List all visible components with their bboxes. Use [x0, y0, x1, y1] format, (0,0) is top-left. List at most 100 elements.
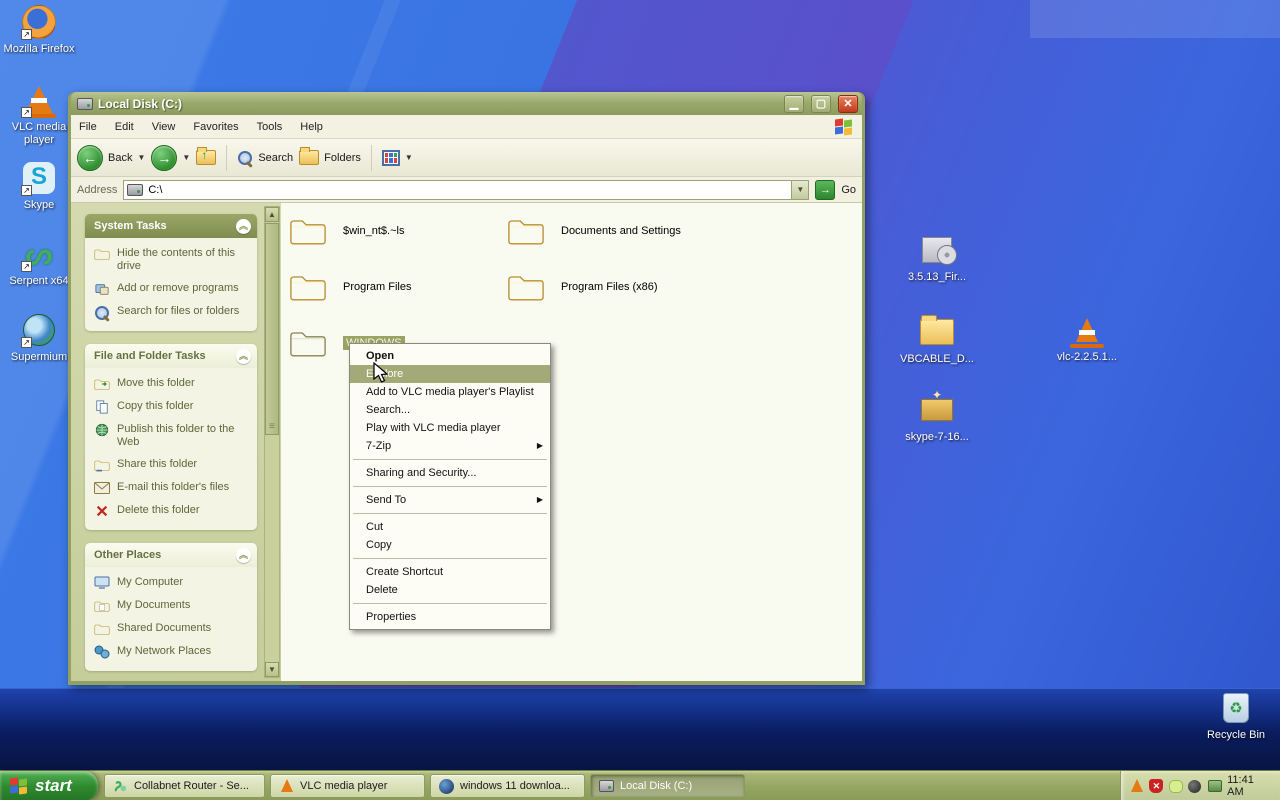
- clock[interactable]: 11:41 AM: [1227, 774, 1271, 798]
- desktop-icon-skype[interactable]: S ↗ Skype: [0, 160, 78, 212]
- close-button[interactable]: ✕: [838, 94, 858, 113]
- task-share-folder[interactable]: Share this folder: [94, 458, 251, 472]
- ctx-7zip[interactable]: 7-Zip ▶: [350, 437, 550, 455]
- ctx-add-to-vlc-playlist[interactable]: Add to VLC media player's Playlist: [350, 383, 550, 401]
- menu-separator: [353, 603, 547, 604]
- collapse-chevron-icon[interactable]: ︽: [236, 218, 251, 234]
- ctx-send-to[interactable]: Send To ▶: [350, 491, 550, 509]
- folders-button[interactable]: Folders: [299, 147, 361, 165]
- other-places-header[interactable]: Other Places ︽: [85, 543, 257, 567]
- forward-dropdown-icon[interactable]: ▼: [182, 153, 190, 162]
- title-bar[interactable]: Local Disk (C:) ▁ ▢ ✕: [71, 92, 862, 115]
- task-label: windows 11 downloa...: [460, 780, 570, 792]
- forward-button[interactable]: → ▼: [151, 144, 190, 171]
- task-publish-folder[interactable]: Publish this folder to the Web: [94, 423, 251, 449]
- taskbar-task-collabnet[interactable]: Collabnet Router - Se...: [104, 774, 265, 798]
- task-delete-folder[interactable]: Delete this folder: [94, 504, 251, 518]
- maximize-button[interactable]: ▢: [811, 94, 831, 113]
- network-tray-icon[interactable]: [1207, 779, 1222, 794]
- shared-folder-icon: [94, 622, 110, 636]
- place-my-documents[interactable]: My Documents: [94, 599, 251, 613]
- collapse-chevron-icon[interactable]: ︽: [236, 348, 251, 364]
- desktop-icon-installer[interactable]: 3.5.13_Fir...: [898, 232, 976, 284]
- ctx-delete[interactable]: Delete: [350, 581, 550, 599]
- ctx-sharing-security[interactable]: Sharing and Security...: [350, 464, 550, 482]
- ctx-search[interactable]: Search...: [350, 401, 550, 419]
- go-button[interactable]: →: [815, 179, 836, 200]
- address-dropdown-button[interactable]: ▼: [791, 180, 809, 199]
- address-value: C:\: [148, 183, 163, 196]
- file-item[interactable]: $win_nt$.~ls: [289, 215, 404, 246]
- address-label: Address: [77, 183, 118, 196]
- task-search-files[interactable]: Search for files or folders: [94, 305, 251, 320]
- desktop-icon-label: Supermium: [10, 351, 68, 363]
- taskbar-task-local-disk[interactable]: Local Disk (C:): [590, 774, 745, 798]
- desktop-icon-serpent[interactable]: ᔕ ↗ Serpent x64: [0, 236, 78, 288]
- programs-icon: [95, 284, 109, 295]
- taskbar: start Collabnet Router - Se... VLC media…: [0, 770, 1280, 800]
- up-button[interactable]: ↑: [196, 147, 217, 165]
- ctx-cut[interactable]: Cut: [350, 518, 550, 536]
- task-add-remove-programs[interactable]: Add or remove programs: [94, 282, 251, 296]
- desktop-icon-skype-installer[interactable]: skype-7-16...: [898, 388, 976, 444]
- collapse-chevron-icon[interactable]: ︽: [236, 547, 251, 563]
- task-move-folder[interactable]: Move this folder: [94, 377, 251, 391]
- file-item[interactable]: Program Files: [289, 271, 411, 302]
- task-email-folder[interactable]: E-mail this folder's files: [94, 481, 251, 495]
- folder-icon: [507, 215, 545, 246]
- security-shield-icon[interactable]: ✕: [1149, 779, 1164, 794]
- menu-separator: [353, 459, 547, 460]
- menu-view[interactable]: View: [152, 121, 176, 133]
- messenger-tray-icon[interactable]: [1168, 779, 1183, 794]
- system-tasks-header[interactable]: System Tasks ︽: [85, 214, 257, 238]
- taskbar-task-browser[interactable]: windows 11 downloa...: [430, 774, 585, 798]
- menu-file[interactable]: File: [79, 121, 97, 133]
- address-input[interactable]: C:\ ▼: [123, 179, 810, 200]
- scroll-thumb[interactable]: [265, 223, 279, 435]
- menu-edit[interactable]: Edit: [115, 121, 134, 133]
- place-shared-documents[interactable]: Shared Documents: [94, 622, 251, 636]
- ctx-create-shortcut[interactable]: Create Shortcut: [350, 563, 550, 581]
- desktop-icon-supermium[interactable]: ↗ Supermium: [0, 312, 78, 364]
- ctx-play-with-vlc[interactable]: Play with VLC media player: [350, 419, 550, 437]
- ctx-send-to-label: Send To: [366, 494, 407, 506]
- desktop-icon-vlc-installer[interactable]: vlc-2.2.5.1...: [1048, 312, 1126, 364]
- desktop-icon-label: Mozilla Firefox: [3, 43, 75, 55]
- menu-help[interactable]: Help: [300, 121, 323, 133]
- menu-favorites[interactable]: Favorites: [193, 121, 238, 133]
- desktop-icon-vlc[interactable]: ↗ VLC media player: [0, 82, 78, 147]
- file-folder-tasks-header[interactable]: File and Folder Tasks ︽: [85, 344, 257, 368]
- back-dropdown-icon[interactable]: ▼: [137, 153, 145, 162]
- folder-icon: [289, 327, 327, 358]
- back-button[interactable]: ← Back ▼: [77, 144, 145, 171]
- task-label: Search for files or folders: [117, 305, 240, 317]
- volume-tray-icon[interactable]: [1188, 779, 1202, 794]
- package-box-icon: [921, 388, 953, 421]
- tasks-sidebar: System Tasks ︽ Hide the contents of this…: [71, 203, 281, 681]
- task-hide-contents[interactable]: Hide the contents of this drive: [94, 247, 251, 273]
- file-item[interactable]: Documents and Settings: [507, 215, 681, 246]
- desktop-icon-vbcable-folder[interactable]: VBCABLE_D...: [898, 314, 976, 366]
- search-button[interactable]: Search: [237, 150, 293, 166]
- installer-cd-icon: [922, 237, 957, 265]
- desktop-icon-recycle-bin[interactable]: ♻ Recycle Bin: [1197, 690, 1275, 742]
- place-network-places[interactable]: My Network Places: [94, 645, 251, 659]
- place-my-computer[interactable]: My Computer: [94, 576, 251, 590]
- sidebar-scrollbar[interactable]: ▲ ▼: [264, 206, 280, 678]
- scroll-up-button[interactable]: ▲: [265, 207, 279, 222]
- shortcut-arrow-icon: ↗: [21, 337, 32, 348]
- vlc-tray-icon[interactable]: [1130, 778, 1144, 794]
- email-envelope-icon: [94, 482, 110, 494]
- menu-tools[interactable]: Tools: [257, 121, 283, 133]
- scroll-down-button[interactable]: ▼: [265, 662, 279, 677]
- minimize-button[interactable]: ▁: [784, 94, 804, 113]
- start-button[interactable]: start: [0, 771, 98, 800]
- file-item[interactable]: Program Files (x86): [507, 271, 658, 302]
- views-button[interactable]: ▼: [381, 149, 413, 166]
- ctx-properties[interactable]: Properties: [350, 608, 550, 626]
- folders-icon: [299, 147, 320, 165]
- ctx-copy[interactable]: Copy: [350, 536, 550, 554]
- taskbar-task-vlc[interactable]: VLC media player: [270, 774, 425, 798]
- desktop-icon-firefox[interactable]: ↗ Mozilla Firefox: [0, 4, 78, 56]
- task-copy-folder[interactable]: Copy this folder: [94, 400, 251, 414]
